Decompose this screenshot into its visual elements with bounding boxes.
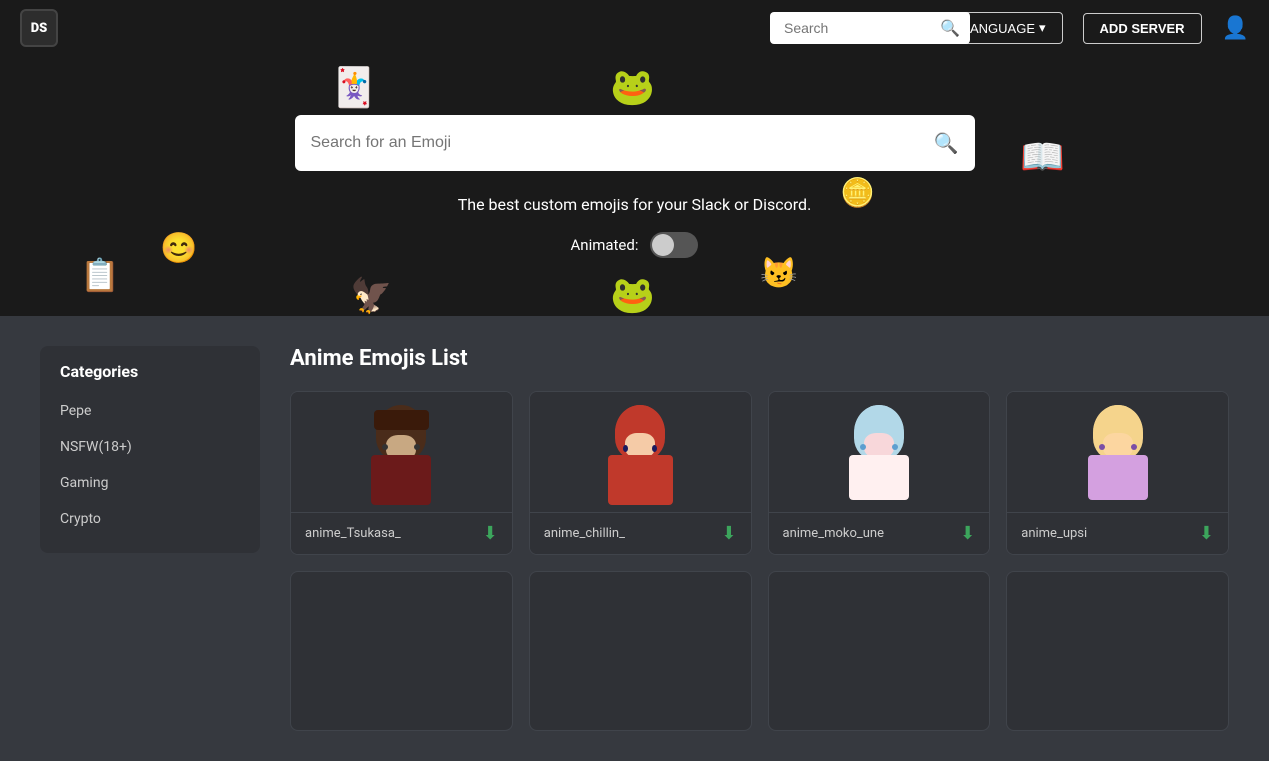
hero-section: 🃏 🐸 📋 😊 🪙 📖 😼 🔍 The best custom emojis f… bbox=[0, 56, 1269, 316]
navbar: DS 🔍 ⌂ 📊 ★ 🖼 LANGUAGE ▾ ADD SERVER 👤 bbox=[0, 0, 1269, 56]
animated-label: Animated: bbox=[571, 236, 639, 254]
emoji-card-4: anime_upsi ⬇ bbox=[1006, 391, 1229, 555]
emoji-name-1: anime_Tsukasa_ bbox=[305, 526, 401, 541]
emoji-name-4: anime_upsi bbox=[1021, 526, 1087, 541]
float-emoji-1: 🃏 bbox=[330, 66, 377, 110]
sidebar-item-pepe[interactable]: Pepe bbox=[40, 393, 260, 429]
emoji-card-placeholder-3 bbox=[768, 571, 991, 731]
download-button-1[interactable]: ⬇ bbox=[483, 523, 498, 544]
sidebar-item-gaming[interactable]: Gaming bbox=[40, 465, 260, 501]
animated-toggle[interactable] bbox=[650, 232, 698, 258]
language-label: LANGUAGE bbox=[963, 21, 1035, 36]
main-content: Categories Pepe NSFW(18+) Gaming Crypto … bbox=[0, 316, 1269, 761]
add-server-button[interactable]: ADD SERVER bbox=[1083, 13, 1202, 44]
emoji-name-2: anime_chillin_ bbox=[544, 526, 625, 541]
emoji-img-4 bbox=[1007, 392, 1228, 512]
emoji-card-2: anime_chillin_ ⬇ bbox=[529, 391, 752, 555]
nav-search-container: 🔍 bbox=[770, 12, 970, 44]
chevron-down-icon: ▾ bbox=[1039, 20, 1046, 36]
float-emoji-7: 😼 bbox=[760, 256, 797, 291]
sidebar-title: Categories bbox=[40, 362, 260, 393]
hero-search-icon: 🔍 bbox=[934, 131, 959, 155]
sidebar: Categories Pepe NSFW(18+) Gaming Crypto bbox=[40, 346, 260, 553]
nav-search-icon: 🔍 bbox=[940, 19, 960, 38]
sidebar-item-crypto[interactable]: Crypto bbox=[40, 501, 260, 537]
float-emoji-8: 🦅 bbox=[350, 276, 392, 316]
emoji-footer-4: anime_upsi ⬇ bbox=[1007, 512, 1228, 554]
float-emoji-6: 📖 bbox=[1020, 136, 1065, 178]
float-emoji-3: 📋 bbox=[80, 256, 120, 294]
emoji-section: Anime Emojis List bbox=[290, 346, 1229, 731]
hero-search-input[interactable] bbox=[311, 134, 934, 152]
float-emoji-2: 🐸 bbox=[610, 66, 655, 108]
user-icon[interactable]: 👤 bbox=[1222, 16, 1249, 41]
emoji-grid: anime_Tsukasa_ ⬇ bbox=[290, 391, 1229, 555]
emoji-name-3: anime_moko_une bbox=[783, 526, 885, 541]
hero-tagline: The best custom emojis for your Slack or… bbox=[458, 195, 812, 214]
emoji-card-placeholder-1 bbox=[290, 571, 513, 731]
emoji-img-3 bbox=[769, 392, 990, 512]
emoji-card-placeholder-2 bbox=[529, 571, 752, 731]
emoji-footer-2: anime_chillin_ ⬇ bbox=[530, 512, 751, 554]
logo-area: DS bbox=[20, 9, 80, 47]
emoji-card-1: anime_Tsukasa_ ⬇ bbox=[290, 391, 513, 555]
logo-text: DS bbox=[31, 21, 48, 36]
section-title: Anime Emojis List bbox=[290, 346, 1229, 371]
float-emoji-4: 😊 bbox=[160, 231, 197, 266]
emoji-img-2 bbox=[530, 392, 751, 512]
logo-button[interactable]: DS bbox=[20, 9, 58, 47]
float-emoji-5: 🪙 bbox=[840, 176, 875, 209]
emoji-footer-3: anime_moko_une ⬇ bbox=[769, 512, 990, 554]
emoji-footer-1: anime_Tsukasa_ ⬇ bbox=[291, 512, 512, 554]
emoji-img-1 bbox=[291, 392, 512, 512]
download-button-3[interactable]: ⬇ bbox=[960, 523, 975, 544]
download-button-2[interactable]: ⬇ bbox=[721, 523, 736, 544]
animated-row: Animated: bbox=[571, 232, 699, 258]
hero-search-container: 🔍 bbox=[295, 115, 975, 171]
sidebar-item-nsfw[interactable]: NSFW(18+) bbox=[40, 429, 260, 465]
emoji-card-placeholder-4 bbox=[1006, 571, 1229, 731]
emoji-card-3: anime_moko_une ⬇ bbox=[768, 391, 991, 555]
toggle-thumb bbox=[652, 234, 674, 256]
download-button-4[interactable]: ⬇ bbox=[1199, 523, 1214, 544]
float-emoji-9: 🐸 bbox=[610, 274, 655, 316]
